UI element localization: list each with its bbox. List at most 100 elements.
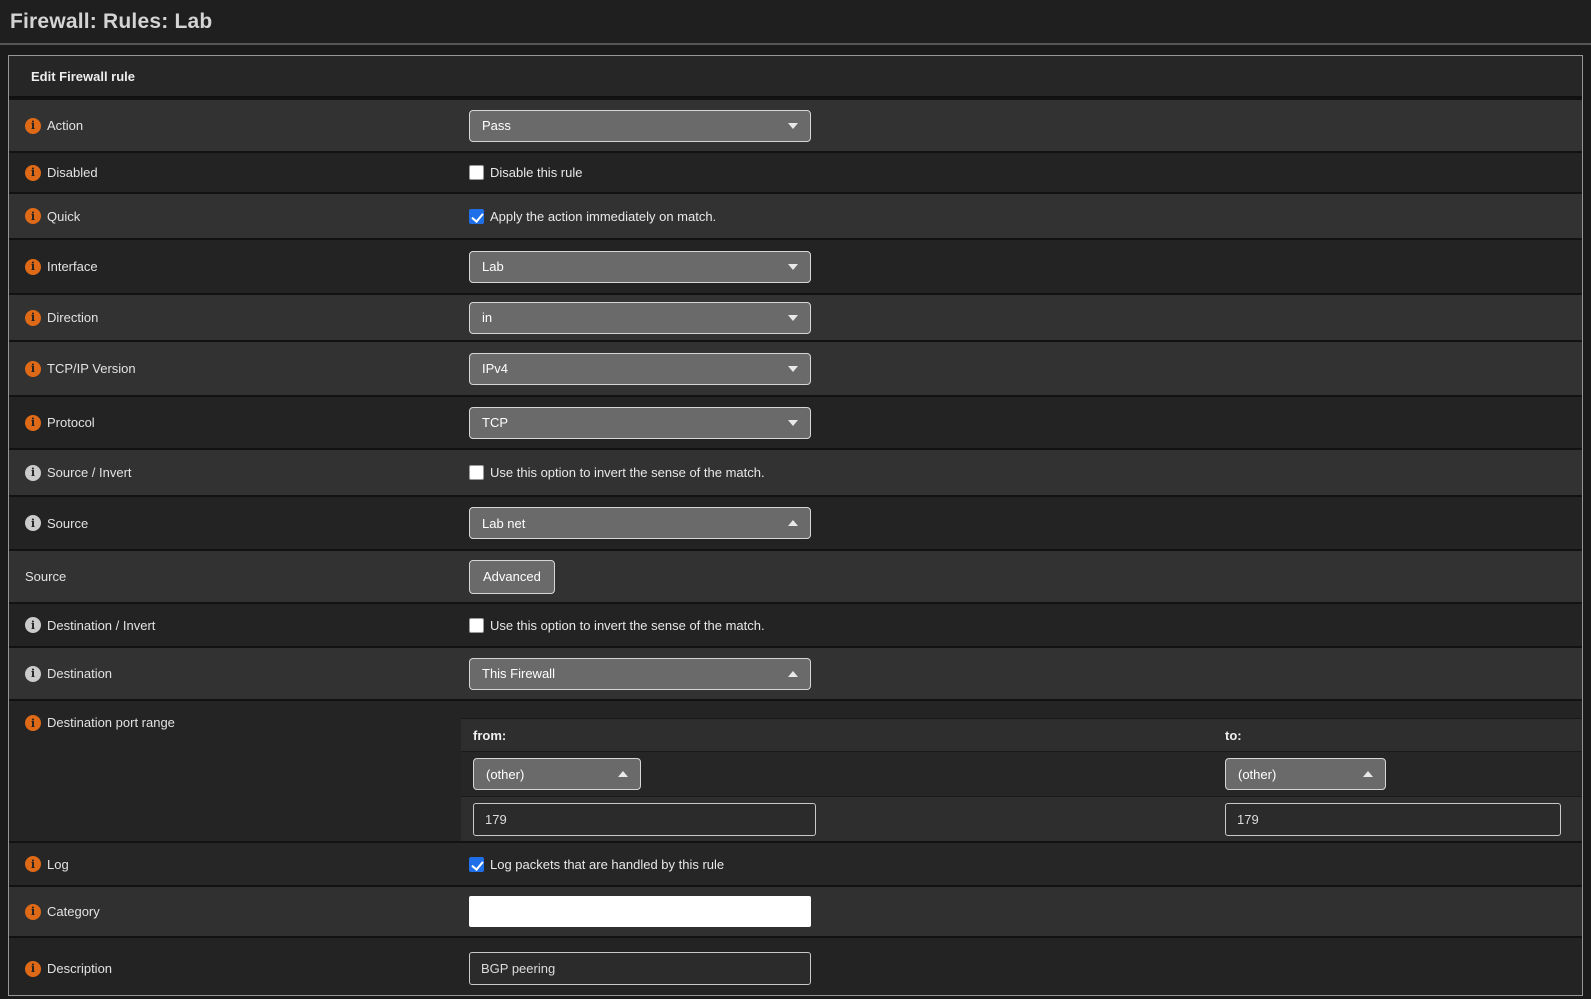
destination-port-range-label-cell: i Destination port range <box>9 701 461 841</box>
info-icon[interactable]: i <box>25 515 41 531</box>
info-icon[interactable]: i <box>25 961 41 977</box>
info-icon[interactable]: i <box>25 415 41 431</box>
source-select[interactable]: Lab net <box>469 507 811 539</box>
destination-invert-checkbox[interactable] <box>469 618 484 633</box>
port-from-header: from: <box>473 728 506 743</box>
interface-select-value: Lab <box>482 259 504 274</box>
source-invert-label: Source / Invert <box>47 465 132 480</box>
port-to-input[interactable] <box>1225 803 1561 836</box>
log-checkbox[interactable] <box>469 857 484 872</box>
row-source-invert: i Source / Invert Use this option to inv… <box>9 448 1582 495</box>
destination-invert-checkbox-label[interactable]: Use this option to invert the sense of t… <box>490 618 765 633</box>
source-advanced-label-cell: Source <box>9 551 461 602</box>
log-label: Log <box>47 857 69 872</box>
row-action: i Action Pass <box>9 98 1582 151</box>
port-range-header-band: from: to: <box>461 718 1582 751</box>
row-interface: i Interface Lab <box>9 238 1582 293</box>
interface-label-cell: i Interface <box>9 240 461 293</box>
row-tcpip-version: i TCP/IP Version IPv4 <box>9 340 1582 395</box>
quick-checkbox[interactable] <box>469 209 484 224</box>
direction-select[interactable]: in <box>469 302 811 334</box>
info-icon[interactable]: i <box>25 904 41 920</box>
chevron-down-icon <box>788 123 798 129</box>
interface-label: Interface <box>47 259 98 274</box>
row-destination-port-range: i Destination port range from: to: (othe… <box>9 699 1582 841</box>
quick-checkbox-label[interactable]: Apply the action immediately on match. <box>490 209 716 224</box>
row-destination-invert: i Destination / Invert Use this option t… <box>9 602 1582 646</box>
info-icon[interactable]: i <box>25 361 41 377</box>
port-from-input[interactable] <box>473 803 816 836</box>
source-label: Source <box>47 516 88 531</box>
direction-label-cell: i Direction <box>9 295 461 340</box>
protocol-select-value: TCP <box>482 415 508 430</box>
row-log: i Log Log packets that are handled by th… <box>9 841 1582 885</box>
chevron-down-icon <box>788 315 798 321</box>
source-invert-checkbox-label[interactable]: Use this option to invert the sense of t… <box>490 465 765 480</box>
info-icon[interactable]: i <box>25 465 41 481</box>
info-icon[interactable]: i <box>25 666 41 682</box>
port-range-input-band <box>461 796 1582 841</box>
info-icon[interactable]: i <box>25 310 41 326</box>
interface-select[interactable]: Lab <box>469 251 811 283</box>
row-source-advanced: Source Advanced <box>9 549 1582 602</box>
action-label-cell: i Action <box>9 100 461 151</box>
port-from-select[interactable]: (other) <box>473 758 641 790</box>
chevron-down-icon <box>788 264 798 270</box>
port-to-select-value: (other) <box>1238 767 1276 782</box>
destination-select[interactable]: This Firewall <box>469 658 811 690</box>
disabled-checkbox[interactable] <box>469 165 484 180</box>
disabled-label: Disabled <box>47 165 98 180</box>
log-checkbox-label[interactable]: Log packets that are handled by this rul… <box>490 857 724 872</box>
page-title: Firewall: Rules: Lab <box>10 10 212 34</box>
info-icon[interactable]: i <box>25 259 41 275</box>
destination-port-range-label: Destination port range <box>47 715 175 730</box>
info-icon[interactable]: i <box>25 165 41 181</box>
description-label-cell: i Description <box>9 938 461 996</box>
direction-select-value: in <box>482 310 492 325</box>
destination-invert-label: Destination / Invert <box>47 618 155 633</box>
protocol-select[interactable]: TCP <box>469 407 811 439</box>
disabled-checkbox-label[interactable]: Disable this rule <box>490 165 583 180</box>
port-range-area: from: to: (other) (other) <box>461 701 1582 841</box>
action-select[interactable]: Pass <box>469 110 811 142</box>
description-label: Description <box>47 961 112 976</box>
category-label-cell: i Category <box>9 887 461 936</box>
info-icon[interactable]: i <box>25 118 41 134</box>
row-protocol: i Protocol TCP <box>9 395 1582 448</box>
chevron-down-icon <box>788 366 798 372</box>
row-category: i Category <box>9 885 1582 936</box>
info-icon[interactable]: i <box>25 617 41 633</box>
row-direction: i Direction in <box>9 293 1582 340</box>
tcpip-version-select[interactable]: IPv4 <box>469 353 811 385</box>
port-to-select[interactable]: (other) <box>1225 758 1386 790</box>
protocol-label-cell: i Protocol <box>9 397 461 448</box>
tcpip-version-label-cell: i TCP/IP Version <box>9 342 461 395</box>
panel-heading: Edit Firewall rule <box>9 56 1582 98</box>
row-disabled: i Disabled Disable this rule <box>9 151 1582 192</box>
quick-label: Quick <box>47 209 80 224</box>
disabled-label-cell: i Disabled <box>9 153 461 192</box>
source-invert-checkbox[interactable] <box>469 465 484 480</box>
port-range-select-band: (other) (other) <box>461 751 1582 796</box>
chevron-up-icon <box>618 771 628 777</box>
page-header: Firewall: Rules: Lab <box>0 0 1591 45</box>
destination-label: Destination <box>47 666 112 681</box>
source-advanced-button[interactable]: Advanced <box>469 560 555 594</box>
port-to-header: to: <box>1225 728 1242 743</box>
source-label-cell: i Source <box>9 497 461 549</box>
chevron-down-icon <box>788 420 798 426</box>
info-icon[interactable]: i <box>25 856 41 872</box>
source-select-value: Lab net <box>482 516 525 531</box>
source-advanced-label: Source <box>25 569 66 584</box>
destination-label-cell: i Destination <box>9 648 461 699</box>
direction-label: Direction <box>47 310 98 325</box>
quick-label-cell: i Quick <box>9 194 461 238</box>
category-input[interactable] <box>469 896 811 927</box>
row-quick: i Quick Apply the action immediately on … <box>9 192 1582 238</box>
chevron-up-icon <box>788 671 798 677</box>
info-icon[interactable]: i <box>25 208 41 224</box>
description-input[interactable] <box>469 952 811 985</box>
tcpip-version-label: TCP/IP Version <box>47 361 136 376</box>
info-icon[interactable]: i <box>25 715 41 731</box>
chevron-up-icon <box>788 520 798 526</box>
